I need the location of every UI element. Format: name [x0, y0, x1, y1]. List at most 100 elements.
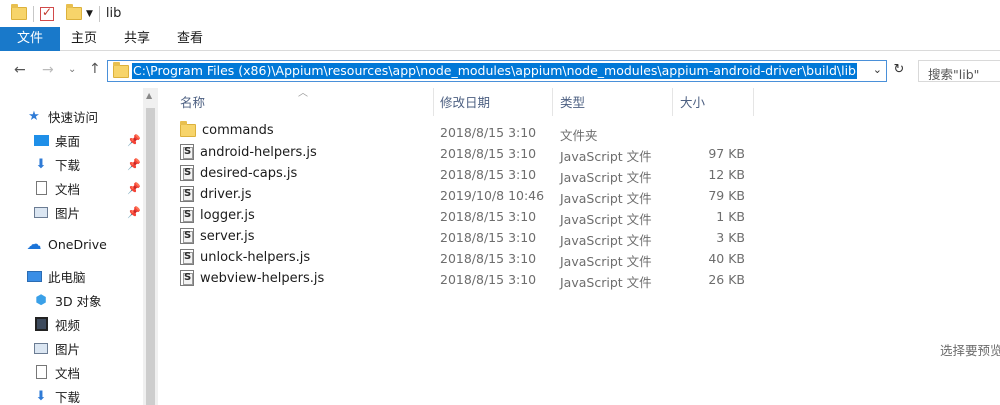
column-divider[interactable] — [753, 88, 754, 116]
sidebar-item-downloads-pc[interactable]: ⬇ 下载 — [33, 385, 80, 405]
file-row[interactable]: commands 2018/8/15 3:10 文件夹 — [178, 121, 758, 143]
sidebar-item-label: 文档 — [55, 365, 81, 381]
file-size: 3 KB — [716, 230, 745, 245]
sidebar-item-label: 下载 — [55, 157, 81, 173]
file-date: 2018/8/15 3:10 — [440, 230, 537, 245]
sidebar-item-documents[interactable]: 文档 — [33, 177, 80, 199]
folder-icon — [11, 4, 27, 20]
column-header-date[interactable]: 修改日期 — [440, 91, 490, 115]
sidebar-item-label: 桌面 — [55, 133, 81, 149]
file-row[interactable]: server.js 2018/8/15 3:10 JavaScript 文件 3… — [178, 226, 758, 248]
sidebar-item-label: 快速访问 — [48, 109, 99, 125]
pictures-icon — [33, 340, 49, 356]
navigation-pane: ★ 快速访问 桌面 📌 ⬇ 下载 📌 文档 📌 图片 📌 ☁ OneDrive … — [0, 88, 158, 405]
pictures-icon — [33, 204, 49, 220]
documents-icon — [33, 364, 49, 380]
scrollbar-thumb[interactable] — [146, 108, 155, 405]
js-file-icon — [180, 165, 194, 181]
sidebar-item-label: OneDrive — [48, 236, 107, 252]
address-path[interactable]: C:\Program Files (x86)\Appium\resources\… — [132, 63, 857, 79]
pin-icon[interactable]: 📌 — [127, 182, 141, 195]
refresh-icon[interactable]: ↻ — [890, 62, 908, 80]
sidebar-item-label: 文档 — [55, 181, 81, 197]
back-arrow-icon[interactable]: ← — [14, 62, 26, 78]
title-bar: ▼ lib — [0, 0, 1000, 27]
up-arrow-icon[interactable]: ↑ — [89, 61, 101, 77]
sidebar-item-label: 视频 — [55, 317, 81, 333]
column-header-size[interactable]: 大小 — [680, 91, 705, 115]
sidebar-item-this-pc[interactable]: 此电脑 — [26, 265, 86, 287]
file-row[interactable]: driver.js 2019/10/8 10:46 JavaScript 文件 … — [178, 184, 758, 206]
column-divider[interactable] — [672, 88, 673, 116]
pin-icon[interactable]: 📌 — [127, 134, 141, 147]
address-bar[interactable]: C:\Program Files (x86)\Appium\resources\… — [107, 60, 887, 82]
tab-view[interactable]: 查看 — [166, 27, 214, 51]
column-divider[interactable] — [433, 88, 434, 116]
tab-share[interactable]: 共享 — [113, 27, 161, 51]
sidebar-item-videos[interactable]: 视频 — [33, 313, 80, 335]
new-folder-icon[interactable] — [66, 4, 82, 20]
tab-home[interactable]: 主页 — [60, 27, 108, 51]
file-type: JavaScript 文件 — [560, 275, 652, 290]
nav-scrollbar[interactable]: ▲ — [143, 88, 158, 405]
js-file-icon — [180, 186, 194, 202]
quick-access-toolbar: ▼ lib — [11, 0, 121, 27]
chevron-down-icon[interactable]: ⌄ — [873, 63, 882, 76]
search-input[interactable]: 搜索"lib" — [918, 60, 1000, 82]
sidebar-item-3d-objects[interactable]: ⬢ 3D 对象 — [33, 289, 101, 311]
js-file-icon — [180, 207, 194, 223]
desktop-icon — [33, 132, 49, 148]
toolbar-divider — [33, 5, 34, 22]
toolbar-divider — [98, 5, 100, 22]
pin-icon[interactable]: 📌 — [127, 158, 141, 171]
download-icon: ⬇ — [35, 388, 47, 404]
file-date: 2018/8/15 3:10 — [440, 125, 537, 140]
column-divider[interactable] — [552, 88, 553, 116]
file-name: webview-helpers.js — [200, 270, 325, 286]
js-file-icon — [180, 270, 194, 286]
cube-icon: ⬢ — [35, 292, 47, 308]
sort-ascending-icon: ︿ — [298, 88, 308, 99]
forward-arrow-icon[interactable]: → — [42, 62, 54, 78]
column-header-name[interactable]: 名称 — [180, 91, 205, 115]
file-row[interactable]: unlock-helpers.js 2018/8/15 3:10 JavaScr… — [178, 247, 758, 269]
window-title: lib — [105, 6, 122, 21]
computer-icon — [26, 268, 42, 284]
file-name: commands — [202, 123, 274, 138]
file-row[interactable]: android-helpers.js 2018/8/15 3:10 JavaSc… — [178, 142, 758, 164]
sidebar-item-downloads[interactable]: ⬇ 下载 — [33, 153, 80, 175]
sidebar-item-onedrive[interactable]: ☁ OneDrive — [26, 233, 107, 255]
sidebar-item-desktop[interactable]: 桌面 — [33, 129, 80, 151]
customize-toolbar-icon[interactable]: ▼ — [86, 9, 93, 19]
file-row[interactable]: webview-helpers.js 2018/8/15 3:10 JavaSc… — [178, 268, 758, 290]
sidebar-item-documents-pc[interactable]: 文档 — [33, 361, 80, 383]
preview-pane-hint: 选择要预览 — [940, 343, 1000, 358]
star-icon: ★ — [28, 108, 40, 124]
file-date: 2018/8/15 3:10 — [440, 167, 537, 182]
tab-file[interactable]: 文件 — [0, 27, 60, 51]
recent-locations-icon[interactable]: ⌄ — [68, 64, 76, 75]
js-file-icon — [180, 228, 194, 244]
file-name: server.js — [200, 228, 255, 244]
file-date: 2019/10/8 10:46 — [440, 188, 545, 203]
scroll-up-icon[interactable]: ▲ — [146, 91, 152, 100]
file-size: 12 KB — [708, 167, 745, 182]
film-icon — [33, 316, 49, 332]
file-name: desired-caps.js — [200, 165, 298, 181]
file-date: 2018/8/15 3:10 — [440, 146, 537, 161]
sidebar-item-pictures[interactable]: 图片 — [33, 201, 80, 223]
sidebar-item-quick-access[interactable]: ★ 快速访问 — [26, 105, 98, 127]
file-size: 97 KB — [708, 146, 745, 161]
file-row[interactable]: logger.js 2018/8/15 3:10 JavaScript 文件 1… — [178, 205, 758, 227]
properties-icon[interactable] — [40, 5, 54, 21]
sidebar-item-label: 下载 — [55, 389, 81, 405]
folder-icon — [180, 121, 196, 137]
file-date: 2018/8/15 3:10 — [440, 251, 537, 266]
pin-icon[interactable]: 📌 — [127, 206, 141, 219]
file-name: android-helpers.js — [200, 144, 317, 160]
sidebar-item-pictures-pc[interactable]: 图片 — [33, 337, 80, 359]
file-name: unlock-helpers.js — [200, 249, 311, 265]
file-date: 2018/8/15 3:10 — [440, 272, 537, 287]
column-header-type[interactable]: 类型 — [560, 91, 585, 115]
file-row[interactable]: desired-caps.js 2018/8/15 3:10 JavaScrip… — [178, 163, 758, 185]
